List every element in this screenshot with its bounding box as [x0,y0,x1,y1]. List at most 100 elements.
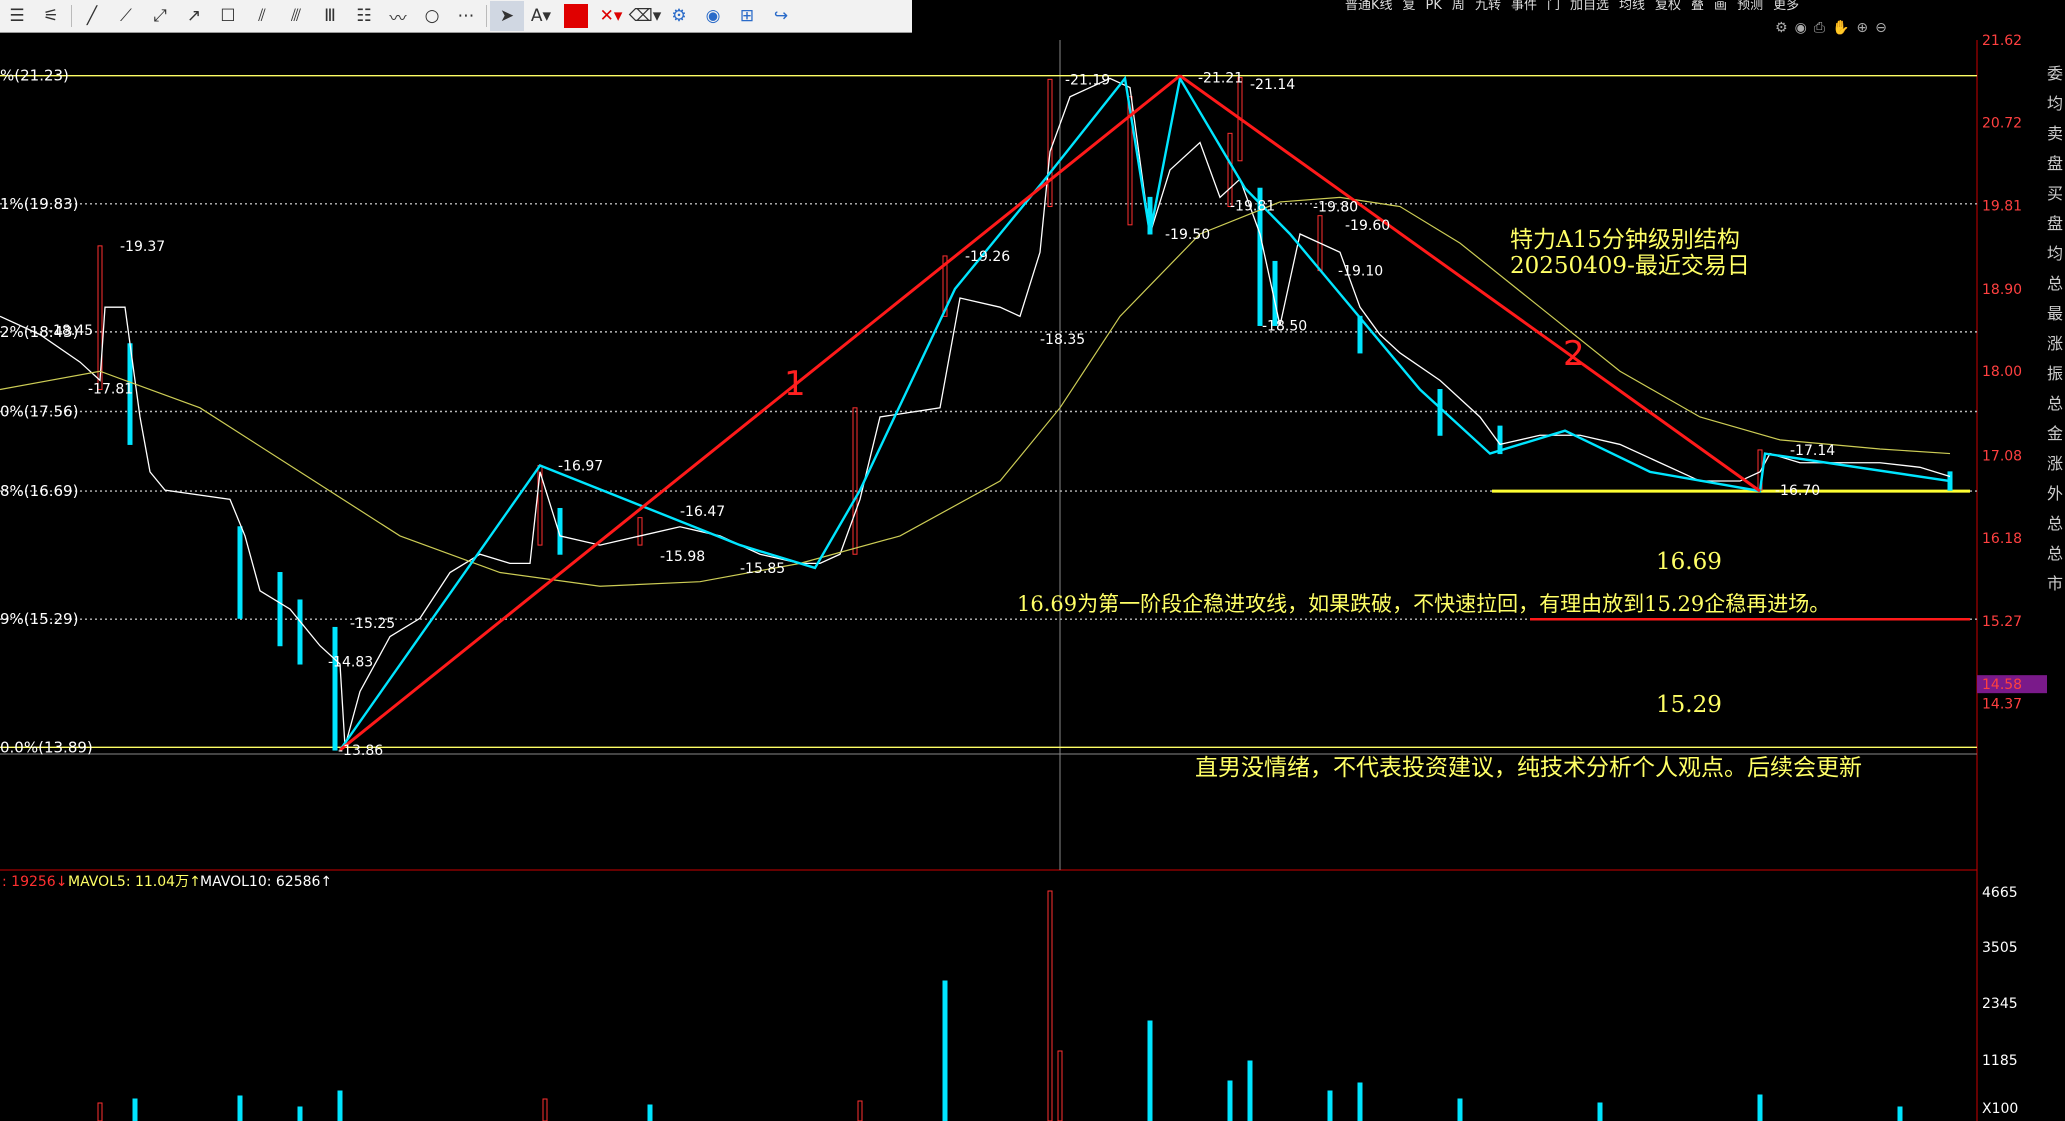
volume-bar [1897,1106,1903,1121]
price-annotation: -17.14 [1790,443,1835,459]
volume-axis-label: 3505 [1982,940,2018,956]
volume-bar [97,1102,103,1121]
candlestick [1227,132,1233,208]
price-annotation: -19.37 [120,239,165,255]
volume-bar [542,1098,548,1121]
wave-label-2: 2 [1563,334,1585,374]
volume-bar [337,1090,343,1121]
volume-legend-ma5: MAVOL5: 11.04万↑ [68,874,201,890]
candlestick [277,572,283,647]
price-annotation: -19.80 [1313,200,1358,216]
price-axis-label: 15.27 [1982,614,2022,630]
candlestick [1047,78,1053,208]
volume-bar [237,1095,243,1121]
sidebar-label: 均 [2047,244,2064,263]
trendline-wave-2 [1179,74,1761,493]
volume-bar [1047,890,1053,1121]
volume-bar [1327,1090,1333,1121]
sidebar-label: 涨 [2047,454,2064,473]
right-sidebar: 委均卖盘买盘均总最涨振总金涨外总总市 [2047,60,2065,594]
price-annotation: -21.14 [1250,77,1295,93]
sidebar-label: 总 [2047,544,2064,563]
price-annotation: -19.81 [1230,199,1275,215]
price-annotation: -16.47 [680,504,725,520]
sidebar-label: 盘 [2047,154,2064,173]
price-annotation: -17.81 [88,382,133,398]
analysis-explanation: 16.69为第一阶段企稳进攻线，如果跌破，不快速拉回，有理由放到15.29企稳再… [1017,592,1830,616]
candlestick [332,626,338,751]
price-axis-label: 14.37 [1982,696,2022,712]
price-axis-label: 20.72 [1982,115,2022,131]
volume-axis-label: 1185 [1982,1053,2018,1069]
price-annotation: -18.50 [1262,318,1307,334]
volume-bar [1597,1102,1603,1121]
volume-bars: 4665 3505 2345 1185 X100 [97,885,2018,1121]
price-annotation: -13.86 [338,743,383,759]
fib-level-label: 0.0%(13.89) [0,738,93,756]
sidebar-label: 外 [2047,484,2064,503]
volume-bar [1247,1060,1253,1121]
disclaimer-text: 直男没情绪，不代表投资建议，纯技术分析个人观点。后续会更新 [1195,755,1862,781]
volume-axis-label: X100 [1982,1101,2018,1117]
volume-legend-vol: : 19256↓ [2,874,67,890]
price-annotation: -14.83 [328,654,373,670]
price-annotation: -15.98 [660,549,705,565]
sidebar-label: 振 [2047,364,2064,383]
candlestick [237,526,243,619]
price-annotations: -19.37 -18.45 -17.81 -16.97 -16.47 -15.98 -15.… [48,71,1835,760]
candlestick [1437,389,1443,436]
price-annotation: -19.26 [965,249,1010,265]
price-axis-label: 18.00 [1982,364,2022,380]
price-axis-label: 18.90 [1982,282,2022,298]
sidebar-label: 卖 [2047,124,2064,143]
analysis-title: 特力A15分钟级别结构 [1510,227,1740,253]
volume-bar [1057,1050,1063,1121]
wave-structure-line [339,75,1951,751]
volume-bar [1147,1020,1153,1121]
volume-legend-ma10: MAVOL10: 62586↑ [200,874,332,890]
sidebar-label: 委 [2047,64,2064,83]
price-annotation: -19.50 [1165,227,1210,243]
fib-level-label: 0%(17.56) [0,402,78,420]
price-axis-label: 16.18 [1982,531,2022,547]
support-level-1-label: 16.69 [1656,549,1722,575]
price-annotation: -19.60 [1345,218,1390,234]
price-annotation: -19.10 [1338,264,1383,280]
price-line [0,77,1951,747]
candlestick [637,517,643,546]
price-axis-label: 21.62 [1982,33,2022,49]
volume-bar [1227,1080,1233,1121]
sidebar-label: 总 [2047,514,2064,533]
fib-level-label: 9%(15.29) [0,610,78,628]
wave-label-1: 1 [784,364,806,404]
sidebar-label: 盘 [2047,214,2064,233]
price-annotation: -16.70 [1775,483,1820,499]
price-axis-label: 14.58 [1982,677,2022,693]
volume-bar [1757,1094,1763,1121]
sidebar-label: 涨 [2047,334,2064,353]
volume-axis-label: 4665 [1982,885,2018,901]
candlestick [297,599,303,665]
price-annotation: -16.97 [558,458,603,474]
sidebar-label: 买 [2047,184,2064,203]
candlesticks [97,77,1953,751]
sidebar-label: 总 [2047,274,2064,293]
sidebar-label: 金 [2047,424,2064,443]
volume-bar [297,1106,303,1121]
sidebar-label: 最 [2047,304,2064,323]
price-annotation: -18.35 [1040,332,1085,348]
price-chart[interactable]: %(21.23)1%(19.83)2%(18.43)0%(17.56)8%(16… [0,0,2065,1121]
volume-bar [1357,1082,1363,1121]
price-annotation: -18.45 [48,323,93,339]
volume-bar [647,1104,653,1121]
price-axis-label: 17.08 [1982,448,2022,464]
fibonacci-levels: %(21.23)1%(19.83)2%(18.43)0%(17.56)8%(16… [0,67,1977,756]
fib-level-label: %(21.23) [0,67,69,85]
sidebar-label: 总 [2047,394,2064,413]
sidebar-label: 均 [2047,94,2064,113]
trendline-wave-1 [339,74,1181,752]
volume-bar [132,1098,138,1121]
fib-level-label: 8%(16.69) [0,482,78,500]
indicator-lines [0,74,1951,752]
volume-bar [1457,1098,1463,1121]
